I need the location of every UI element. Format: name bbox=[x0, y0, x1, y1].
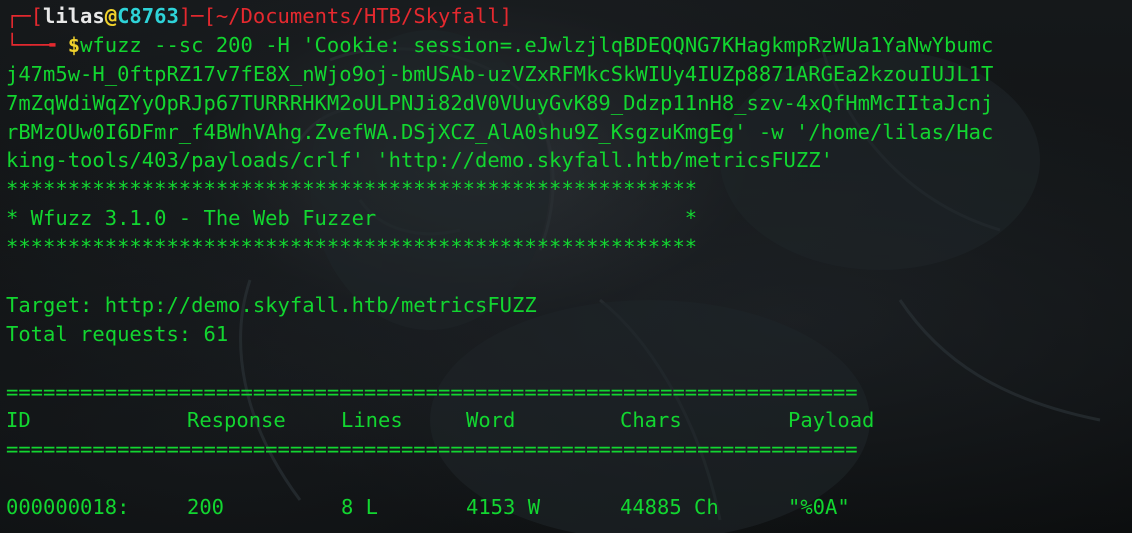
row-id: 000000018: bbox=[6, 495, 130, 520]
header-response: Response bbox=[187, 408, 286, 433]
terminal-window[interactable]: ┌─[lilas@C8763]─[~/Documents/HTB/Skyfall… bbox=[0, 0, 1132, 533]
banner-stars-top: ****************************************… bbox=[6, 177, 698, 202]
prompt-mid: ]─[ bbox=[178, 4, 216, 28]
prompt-dollar: $ bbox=[67, 32, 81, 57]
command-line-wrap: j47m5w-H_0ftpRZ17v7fE8X_nWjo9oj-bmUSAb-u… bbox=[6, 61, 994, 86]
prompt-corner-bottom: └──╼ bbox=[6, 32, 68, 57]
command-line-wrap: king-tools/403/payloads/crlf' 'http://de… bbox=[6, 148, 833, 173]
header-id: ID bbox=[6, 408, 31, 433]
row-chars: 44885 Ch bbox=[620, 495, 719, 520]
separator-bottom: ========================================… bbox=[6, 437, 858, 462]
banner-title: * Wfuzz 3.1.0 - The Web Fuzzer * bbox=[6, 206, 698, 231]
command-text-1: wfuzz --sc 200 -H 'Cookie: session=.eJwl… bbox=[80, 32, 994, 57]
separator-top: ========================================… bbox=[6, 379, 858, 404]
command-line-first: └──╼ $wfuzz --sc 200 -H 'Cookie: session… bbox=[6, 31, 1128, 60]
row-lines: 8 L bbox=[341, 495, 379, 520]
header-word: Word bbox=[466, 408, 516, 433]
table-row: 000000018: 200 8 L 4153 W 44885 Ch "%0A" bbox=[6, 493, 1128, 522]
command-line-wrap: 7mZqWdiWqZYyOpRJp67TURRRHKM2oULPNJi82dV0… bbox=[6, 90, 994, 115]
header-lines: Lines bbox=[341, 408, 403, 433]
banner-stars-bottom: ****************************************… bbox=[6, 235, 698, 260]
table-header-row: ID Response Lines Word Chars Payload bbox=[6, 406, 1128, 435]
prompt-host: C8763 bbox=[117, 4, 179, 28]
prompt-user: lilas bbox=[43, 4, 105, 28]
total-requests-line: Total requests: 61 bbox=[6, 321, 229, 346]
target-line: Target: http://demo.skyfall.htb/metricsF… bbox=[6, 292, 537, 317]
command-line-wrap: rBMzOUw0I6DFmr_f4BWhVAhg.ZvefWA.DSjXCZ_A… bbox=[6, 119, 994, 144]
row-payload: "%0A" bbox=[788, 495, 850, 520]
terminal-output: ┌─[lilas@C8763]─[~/Documents/HTB/Skyfall… bbox=[6, 2, 1128, 522]
prompt-at: @ bbox=[104, 4, 118, 28]
prompt-header-line: ┌─[lilas@C8763]─[~/Documents/HTB/Skyfall… bbox=[6, 2, 1128, 31]
prompt-corner-top: ┌─[ bbox=[6, 4, 44, 28]
row-word: 4153 W bbox=[466, 495, 541, 520]
prompt-path: ~/Documents/HTB/Skyfall bbox=[215, 4, 500, 28]
row-response: 200 bbox=[187, 495, 225, 520]
header-chars: Chars bbox=[620, 408, 682, 433]
prompt-end: ] bbox=[499, 4, 513, 28]
header-payload: Payload bbox=[788, 408, 875, 433]
